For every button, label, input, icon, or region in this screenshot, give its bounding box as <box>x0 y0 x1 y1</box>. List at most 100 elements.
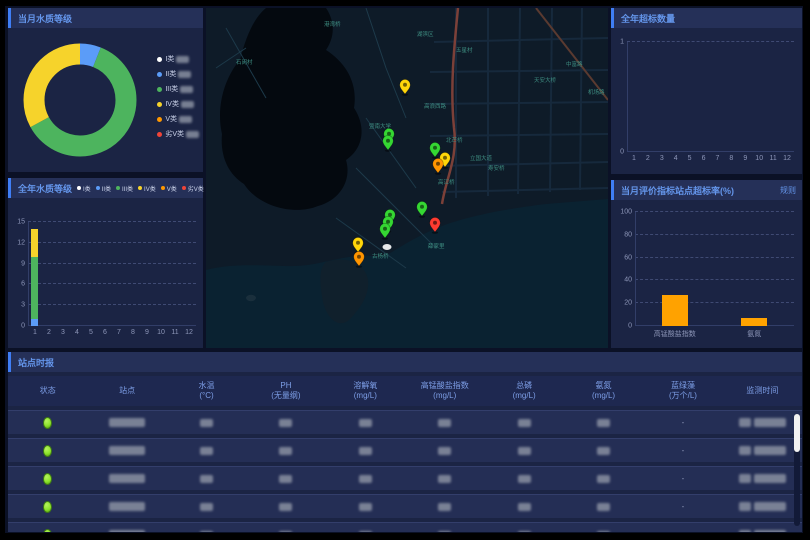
map-canvas[interactable]: 石闵村港湾桥五星村湖滨区中富路高浪西路暨南大学北芒桥立国大道寿安桥天安大桥机场路… <box>206 8 608 348</box>
y-tick: 0 <box>21 323 28 330</box>
table-row[interactable]: - <box>8 410 802 434</box>
col-header-PH: PH(无量纲) <box>246 381 325 402</box>
table-row[interactable]: - <box>8 494 802 518</box>
map-label: 机场路 <box>588 88 605 96</box>
cell-氨氮 <box>564 531 643 533</box>
cell-PH <box>246 503 325 511</box>
panel-year-exceed: 全年超标数量 01123456789101112 <box>611 8 802 174</box>
redacted-value <box>518 503 531 511</box>
y-tick: 0 <box>628 323 635 330</box>
col-header-监测时间: 监测时间 <box>723 386 802 396</box>
y-tick: 9 <box>21 260 28 267</box>
x-tick: 5 <box>89 329 93 336</box>
x-tick: 10 <box>157 329 165 336</box>
legend-item-V类[interactable]: V类 <box>157 114 199 124</box>
panel-title: 站点时报 <box>18 356 54 369</box>
stack-bar-II类[interactable] <box>31 319 38 326</box>
legend-item-II类[interactable]: II类 <box>157 69 199 79</box>
legend-item-IV类[interactable]: IV类 <box>157 99 199 109</box>
redacted-value <box>359 447 372 455</box>
cell-站点 <box>87 418 166 427</box>
legend-label: 劣V类 <box>188 184 204 193</box>
redacted-value <box>597 503 610 511</box>
y-tick: 3 <box>21 302 28 309</box>
cell-PH <box>246 447 325 455</box>
legend-label: 劣V类 <box>165 129 184 139</box>
map-label: 港湾桥 <box>324 20 341 28</box>
month-rate-chart[interactable]: 020406080100高锰酸盐指数氨氮 <box>635 212 794 326</box>
cell-状态 <box>8 501 87 513</box>
legend-dot <box>182 186 186 190</box>
cell-监测时间 <box>723 446 802 455</box>
redacted-value <box>109 502 145 511</box>
table-row[interactable]: - <box>8 466 802 490</box>
x-tick: 8 <box>131 329 135 336</box>
panel-year-quality: 全年水质等级 I类II类III类IV类V类劣V类 036912151234567… <box>8 178 203 348</box>
map-label: 湖滨区 <box>417 30 434 38</box>
legend-item-I类[interactable]: I类 <box>77 184 91 193</box>
rate-bar-氨氮[interactable] <box>741 318 767 326</box>
year-exceed-chart[interactable]: 01123456789101112 <box>627 42 794 152</box>
legend-item-I类[interactable]: I类 <box>157 54 199 64</box>
cell-溶解氧 <box>326 531 405 533</box>
legend-dot <box>157 132 162 137</box>
legend-label: V类 <box>167 184 177 193</box>
rate-bar-高锰酸盐指数[interactable] <box>662 295 688 326</box>
stack-bar-III类[interactable] <box>31 257 38 319</box>
x-tick: 11 <box>171 329 178 336</box>
cell-氨氮 <box>564 419 643 427</box>
y-tick: 40 <box>624 277 635 284</box>
legend-item-IV类[interactable]: IV类 <box>138 184 156 193</box>
redacted-value <box>200 475 213 483</box>
x-tick: 6 <box>702 155 706 162</box>
cell-PH <box>246 531 325 533</box>
map-island <box>246 295 256 301</box>
cell-溶解氧 <box>326 503 405 511</box>
redacted-value <box>518 447 531 455</box>
x-tick: 6 <box>103 329 107 336</box>
legend-item-V类[interactable]: V类 <box>161 184 177 193</box>
redacted-value <box>754 418 786 427</box>
table-row[interactable]: - <box>8 438 802 462</box>
legend-item-劣V类[interactable]: 劣V类 <box>157 129 199 139</box>
cell-总磷 <box>484 447 563 455</box>
panel-title: 当月评价指标站点超标率(%) <box>621 184 734 197</box>
year-quality-chart[interactable]: 03691215123456789101112 <box>28 222 196 326</box>
status-indicator <box>43 529 52 533</box>
redacted-value <box>200 447 213 455</box>
cell-状态 <box>8 529 87 533</box>
cell-PH <box>246 475 325 483</box>
legend-label: III类 <box>165 84 178 94</box>
redacted-value <box>438 475 451 483</box>
legend-item-II类[interactable]: II类 <box>96 184 111 193</box>
legend-item-III类[interactable]: III类 <box>116 184 133 193</box>
map-label: 古杨桥 <box>372 252 389 260</box>
status-indicator <box>43 501 52 513</box>
legend-label: II类 <box>102 184 111 193</box>
x-tick: 12 <box>783 155 791 162</box>
donut-chart[interactable] <box>8 28 158 172</box>
x-tick: 4 <box>674 155 678 162</box>
table-row[interactable]: - <box>8 522 802 532</box>
legend-item-劣V类[interactable]: 劣V类 <box>182 184 204 193</box>
redacted-value <box>109 418 145 427</box>
rule-link[interactable]: 规则 <box>780 185 796 196</box>
redacted-value <box>109 530 145 532</box>
panel-station-table: 站点时报 状态站点水温(°C)PH(无量纲)溶解氧(mg/L)高锰酸盐指数(mg… <box>8 352 802 532</box>
stack-bar-IV类[interactable] <box>31 229 38 257</box>
cell-状态 <box>8 445 87 457</box>
x-tick: 3 <box>61 329 65 336</box>
year-quality-legend: I类 II类 III类 IV类 V类 劣V类 <box>72 184 204 193</box>
cell-监测时间 <box>723 502 802 511</box>
table-scrollbar-thumb[interactable] <box>794 414 800 452</box>
status-indicator <box>43 473 52 485</box>
map-selected-marker <box>383 244 392 250</box>
redacted-value <box>181 101 194 108</box>
cell-氨氮 <box>564 475 643 483</box>
cell-总磷 <box>484 531 563 533</box>
cell-氨氮 <box>564 447 643 455</box>
cell-水温 <box>167 503 246 511</box>
redacted-value <box>739 474 751 483</box>
legend-item-III类[interactable]: III类 <box>157 84 199 94</box>
y-tick: 80 <box>624 231 635 238</box>
